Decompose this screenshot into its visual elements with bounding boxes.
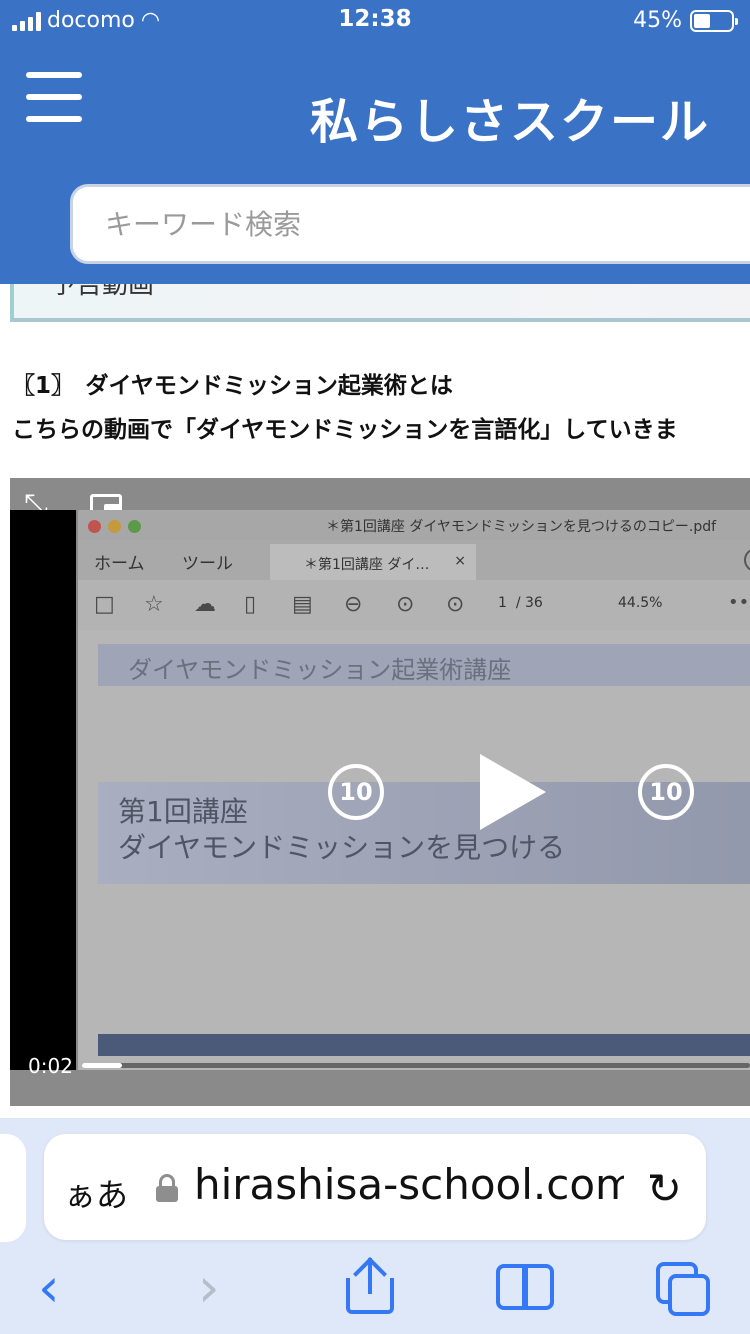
teaser-label: 予告動画 xyxy=(50,284,155,300)
play-button[interactable] xyxy=(480,754,546,830)
tabs-icon[interactable] xyxy=(656,1262,712,1318)
skip-back-10-button[interactable]: 10 xyxy=(328,764,384,820)
pdf-menu-home: ホーム xyxy=(94,554,145,574)
lock-icon xyxy=(156,1174,178,1202)
window-minimize-dot xyxy=(108,520,121,533)
window-close-dot xyxy=(88,520,101,533)
back-icon[interactable]: ‹ xyxy=(38,1258,60,1318)
url-text[interactable]: hirashisa-school.com xyxy=(194,1160,624,1209)
window-zoom-dot xyxy=(128,520,141,533)
star-icon: ☆ xyxy=(144,592,164,617)
status-right: 45% xyxy=(633,8,738,33)
pdf-page-total: / 36 xyxy=(515,595,543,611)
video-progress-bar[interactable] xyxy=(82,1063,750,1068)
pdf-menu-tools: ツール xyxy=(182,554,233,574)
forward-icon[interactable]: › xyxy=(198,1258,220,1318)
pdf-zoom-level: 44.5% xyxy=(618,595,663,611)
pdf-page-indicator: 1 / 36 xyxy=(498,595,543,611)
section-title: 〖1〗 ダイヤモンドミッション起業術とは xyxy=(12,373,453,399)
pdf-filename: ＊第1回講座 ダイヤモンドミッションを見つけるのコピー.pdf xyxy=(326,519,717,535)
address-bar[interactable]: ぁあ hirashisa-school.com ↻ xyxy=(44,1134,706,1240)
video-player[interactable]: ⤡ ＊第1回講座 ダイヤモンドミッションを見つけるのコピー.pdf ホーム ツー… xyxy=(10,478,750,1106)
hamburger-menu-icon[interactable] xyxy=(26,72,84,124)
help-icon: ? xyxy=(744,548,750,572)
teaser-banner[interactable]: 予告動画 xyxy=(10,284,750,322)
save-icon: □ xyxy=(94,592,115,617)
print-icon: ▤ xyxy=(292,592,313,617)
section-description: こちらの動画で「ダイヤモンドミッションを言語化」していきま xyxy=(12,417,678,443)
battery-icon xyxy=(690,9,738,32)
page-up-icon: ⊙ xyxy=(396,592,415,617)
pdf-document-tab: ＊第1回講座 ダイ… × xyxy=(270,544,476,580)
pdf-page: ダイヤモンドミッション起業術講座 第1回講座 ダイヤモンドミッションを見つける xyxy=(78,630,750,1070)
pdf-tabbar: ホーム ツール ＊第1回講座 ダイ… × ? xyxy=(78,540,750,580)
course-title-bar: ダイヤモンドミッション起業術講座 xyxy=(98,644,750,686)
pdf-document-tab-label: ＊第1回講座 ダイ… xyxy=(304,557,430,573)
browser-toolbar: ぁあ hirashisa-school.com ↻ ‹ › xyxy=(0,1118,750,1334)
video-letterbox xyxy=(10,510,76,1070)
zoom-out-icon: ⊖ xyxy=(344,592,363,617)
close-icon: × xyxy=(454,553,466,569)
reload-icon[interactable]: ↻ xyxy=(647,1164,682,1213)
pdf-toolbar: □ ☆ ☁ ▯ ▤ ⊖ ⊙ ⊙ 1 / 36 44.5% ••• xyxy=(78,580,750,630)
page-down-icon: ⊙ xyxy=(446,592,465,617)
site-header: 私らしさスクール xyxy=(0,42,750,284)
search-input[interactable] xyxy=(73,187,673,261)
lecture-line-2: ダイヤモンドミッションを見つける xyxy=(118,831,566,864)
lock-file-icon: ▯ xyxy=(244,592,257,617)
search-box[interactable] xyxy=(70,184,750,264)
status-bar: docomo ◠ 12:38 45% xyxy=(0,0,750,42)
more-icon: ••• xyxy=(728,592,750,613)
pdf-titlebar: ＊第1回講座 ダイヤモンドミッションを見つけるのコピー.pdf xyxy=(78,510,750,540)
site-title[interactable]: 私らしさスクール xyxy=(310,82,710,152)
slide-footer xyxy=(98,1034,750,1056)
upload-cloud-icon: ☁ xyxy=(194,592,216,617)
page-settings-button[interactable]: ぁあ xyxy=(64,1170,128,1216)
pdf-page-current: 1 xyxy=(498,595,507,611)
bookmarks-icon[interactable] xyxy=(496,1264,558,1314)
video-elapsed-time: 0:02 xyxy=(28,1054,73,1078)
skip-forward-10-button[interactable]: 10 xyxy=(638,764,694,820)
share-icon[interactable] xyxy=(346,1257,394,1314)
battery-percent: 45% xyxy=(633,8,682,33)
previous-tab-preview[interactable] xyxy=(0,1134,26,1242)
video-progress-fill xyxy=(82,1063,123,1068)
